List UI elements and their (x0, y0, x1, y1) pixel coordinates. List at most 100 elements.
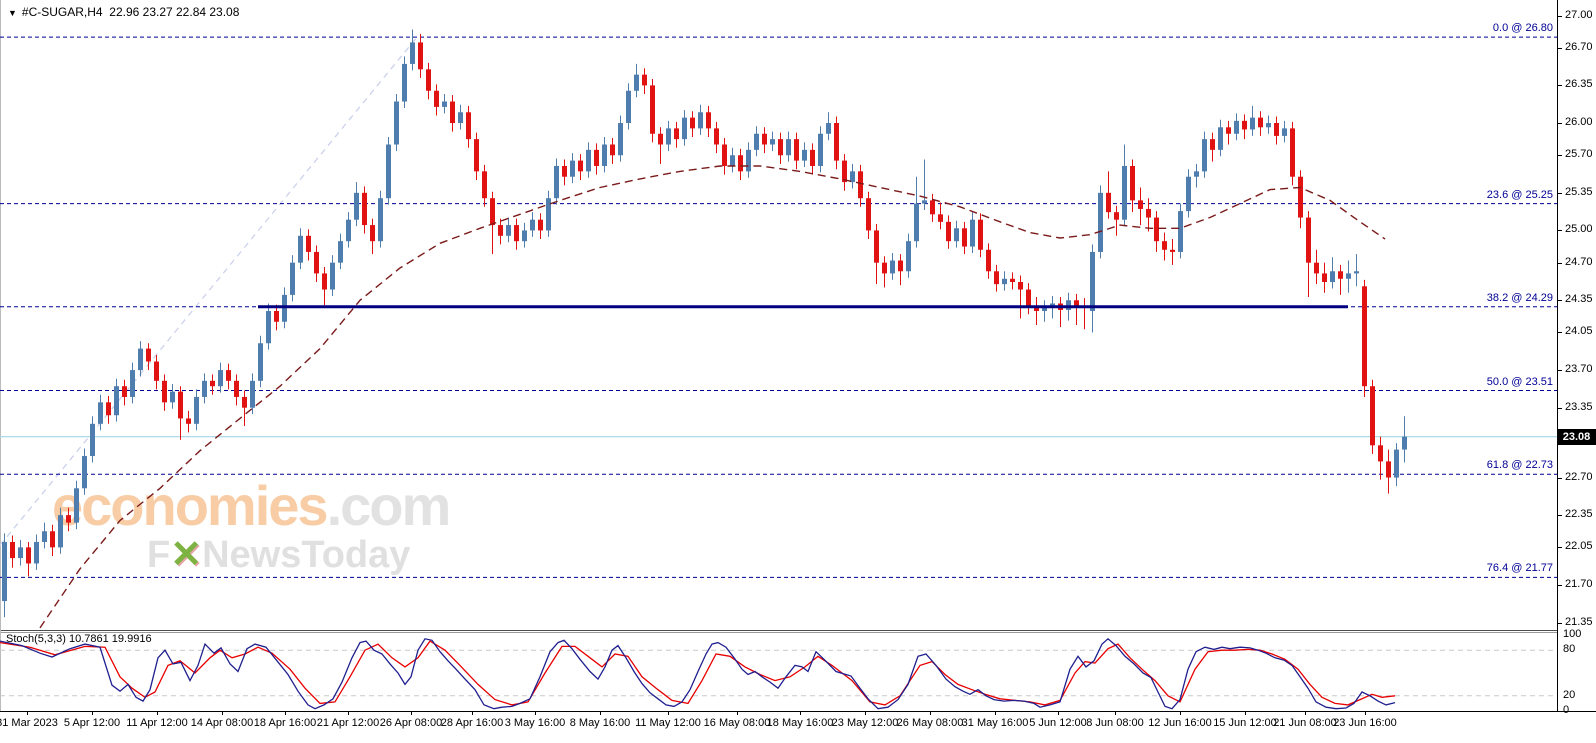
price-tick-label: 23.70 (1565, 363, 1593, 376)
date-tick-label: 16 May 08:00 (703, 717, 771, 729)
stochastic-label: Stoch(5,3,3) 10.7861 19.9916 (6, 633, 152, 645)
ohlc-readout: 22.96 23.27 22.84 23.08 (109, 5, 240, 19)
date-tick-label: 11 Apr 12:00 (126, 717, 188, 729)
date-tick-label: 21 Jun 08:00 (1273, 717, 1337, 729)
date-tick-mark (411, 711, 412, 715)
price-tick-mark (1557, 370, 1562, 372)
price-tick-mark (1557, 155, 1562, 157)
stoch-main-line[interactable] (0, 637, 1396, 710)
price-tick-label: 26.70 (1565, 40, 1593, 53)
price-tick-mark (1557, 515, 1562, 517)
price-axis-line (1557, 0, 1558, 711)
date-tick-label: 21 Apr 12:00 (316, 717, 380, 729)
date-tick-label: 3 May 16:00 (504, 717, 566, 729)
price-tick-mark (1557, 407, 1562, 409)
date-tick-mark (1365, 711, 1366, 715)
symbol-period-label: #C-SUGAR,H4 (21, 5, 103, 19)
price-tick-label: 25.70 (1565, 148, 1593, 161)
date-tick-mark (865, 711, 866, 715)
date-tick-mark (535, 711, 536, 715)
stoch-axis-label: 20 (1563, 688, 1576, 701)
date-tick-label: 8 Jun 08:00 (1086, 717, 1144, 729)
date-tick-label: 18 Apr 16:00 (253, 717, 317, 729)
price-tick-mark (1557, 622, 1562, 624)
date-tick-mark (1305, 711, 1306, 715)
date-tick-mark (157, 711, 158, 715)
date-tick-mark (600, 711, 601, 715)
symbol-dropdown-icon[interactable]: ▼ (8, 8, 17, 18)
candles[interactable] (2, 29, 1407, 618)
current-price-badge: 23.08 (1557, 428, 1596, 445)
price-tick-mark (1557, 300, 1562, 302)
date-tick-label: 8 May 16:00 (569, 717, 631, 729)
date-tick-mark (27, 711, 28, 715)
date-tick-label: 26 Apr 08:00 (379, 717, 443, 729)
price-tick-mark (1557, 230, 1562, 232)
price-tick-mark (1557, 47, 1562, 49)
date-tick-label: 11 May 12:00 (635, 717, 701, 729)
moving-average-line[interactable] (39, 165, 1386, 629)
fib-label: 76.4 @ 21.77 (1486, 562, 1553, 575)
date-tick-label: 23 Jun 16:00 (1333, 717, 1397, 729)
stoch-axis-label: 100 (1563, 628, 1582, 640)
date-tick-mark (737, 711, 738, 715)
price-tick-mark (1557, 547, 1562, 549)
main-price-chart[interactable] (0, 0, 1557, 631)
stochastic-values: 10.7861 19.9916 (68, 633, 152, 645)
date-tick-label: 18 May 16:00 (766, 717, 834, 729)
price-tick-mark (1557, 262, 1562, 264)
price-tick-mark (1557, 477, 1562, 479)
date-tick-label: 31 May 16:00 (961, 717, 1029, 729)
time-axis-line (0, 711, 1596, 712)
price-tick-mark (1557, 85, 1562, 87)
fib-label: 0.0 @ 26.80 (1492, 22, 1553, 35)
date-tick-mark (1180, 711, 1181, 715)
date-tick-mark (1115, 711, 1116, 715)
price-tick-mark (1557, 15, 1562, 17)
date-tick-mark (1058, 711, 1059, 715)
stochastic-name: Stoch(5,3,3) (6, 633, 66, 645)
date-tick-label: 5 Apr 12:00 (63, 717, 121, 729)
price-tick-label: 24.70 (1565, 255, 1593, 268)
fib-label: 50.0 @ 23.51 (1486, 375, 1553, 388)
date-tick-mark (1245, 711, 1246, 715)
date-tick-mark (285, 711, 286, 715)
fib-label: 61.8 @ 22.73 (1486, 459, 1553, 472)
fib-label: 23.6 @ 25.25 (1486, 188, 1553, 201)
price-tick-label: 24.05 (1565, 325, 1593, 338)
date-tick-mark (995, 711, 996, 715)
date-tick-mark (348, 711, 349, 715)
price-tick-label: 27.00 (1565, 8, 1593, 21)
price-tick-label: 26.00 (1565, 116, 1593, 128)
date-tick-label: 28 Apr 16:00 (440, 717, 504, 729)
date-tick-mark (800, 711, 801, 715)
date-tick-mark (92, 711, 93, 715)
price-tick-mark (1557, 332, 1562, 334)
price-tick-mark (1557, 123, 1562, 124)
chart-title: ▼ #C-SUGAR,H4 22.96 23.27 22.84 23.08 (8, 5, 239, 19)
stoch-axis-label: 0 (1563, 704, 1570, 716)
price-tick-mark (1557, 584, 1562, 586)
price-tick-label: 21.35 (1565, 615, 1593, 628)
date-tick-label: 12 Jun 16:00 (1148, 717, 1212, 729)
price-tick-label: 22.35 (1565, 508, 1593, 521)
price-tick-mark (1557, 192, 1562, 194)
stoch-axis-label: 80 (1563, 643, 1576, 656)
date-tick-label: 14 Apr 08:00 (190, 717, 254, 729)
date-tick-label: 26 May 08:00 (896, 717, 964, 729)
fib-label: 38.2 @ 24.29 (1486, 291, 1553, 304)
price-tick-label: 26.35 (1565, 78, 1593, 91)
price-tick-label: 23.35 (1565, 400, 1593, 413)
trading-chart-window: ▼ #C-SUGAR,H4 22.96 23.27 22.84 23.08 eco… (0, 0, 1596, 743)
date-tick-label: 31 Mar 2023 (0, 717, 58, 729)
price-tick-label: 24.35 (1565, 293, 1593, 306)
price-tick-label: 22.05 (1565, 540, 1593, 553)
price-tick-label: 22.70 (1565, 470, 1593, 483)
date-tick-mark (930, 711, 931, 715)
trendline[interactable] (0, 35, 419, 546)
date-tick-mark (222, 711, 223, 715)
date-tick-label: 23 May 12:00 (831, 717, 899, 729)
date-tick-label: 5 Jun 12:00 (1029, 717, 1087, 729)
date-tick-mark (472, 711, 473, 715)
stochastic-indicator-pane[interactable] (0, 631, 1557, 711)
